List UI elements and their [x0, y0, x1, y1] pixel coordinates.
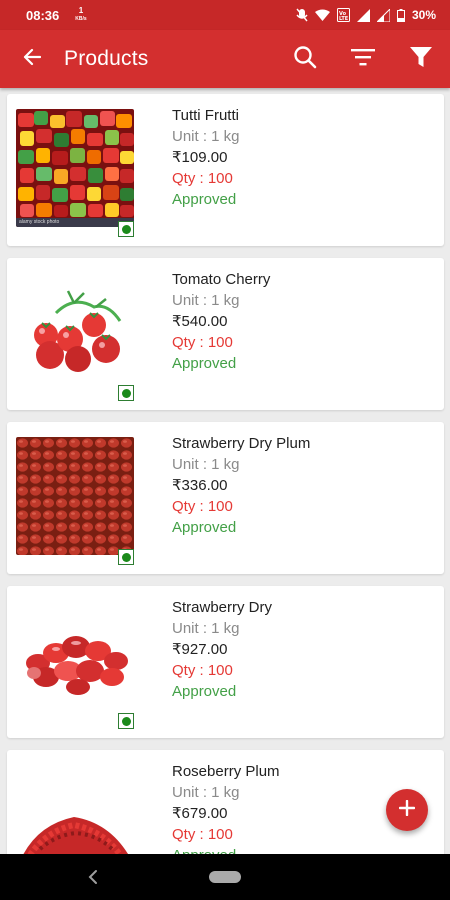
product-image-tomato-cherry [16, 273, 134, 391]
veg-indicator-icon [118, 713, 134, 729]
product-image-strawberry-dry-plum [16, 437, 134, 555]
product-price: ₹679.00 [172, 805, 228, 822]
veg-indicator-icon [118, 221, 134, 237]
product-status: Approved [172, 519, 237, 536]
product-name: Strawberry Dry [172, 599, 273, 616]
product-unit: Unit : 1 kg [172, 456, 240, 473]
product-qty: Qty : 100 [172, 826, 233, 843]
mute-icon [296, 8, 308, 22]
back-button[interactable] [0, 30, 64, 88]
product-card[interactable]: Tomato Cherry Unit : 1 kg ₹540.00 Qty : … [7, 258, 444, 410]
product-image-tutti-frutti: alamy stock photo [16, 109, 134, 227]
veg-indicator-icon [118, 549, 134, 565]
veg-indicator-icon [118, 385, 134, 401]
product-info: Tutti Frutti Unit : 1 kg ₹109.00 Qty : 1… [172, 105, 240, 210]
sort-icon [351, 48, 375, 71]
product-unit: Unit : 1 kg [172, 128, 240, 145]
net-speed-value: 1 [78, 6, 84, 15]
product-qty: Qty : 100 [172, 662, 233, 679]
product-info: Roseberry Plum Unit : 1 kg ₹679.00 Qty :… [172, 761, 280, 854]
product-price: ₹927.00 [172, 641, 228, 658]
product-price: ₹336.00 [172, 477, 228, 494]
product-info: Tomato Cherry Unit : 1 kg ₹540.00 Qty : … [172, 269, 270, 374]
product-qty: Qty : 100 [172, 498, 233, 515]
battery-percent: 30% [411, 8, 436, 22]
product-status: Approved [172, 355, 237, 372]
system-nav-bar [0, 854, 450, 900]
net-speed-unit: KB/s [75, 16, 87, 22]
add-product-button[interactable] [386, 789, 428, 831]
product-status: Approved [172, 845, 280, 854]
svg-text:LTE: LTE [339, 16, 349, 22]
signal-icon [356, 8, 370, 22]
product-name: Tomato Cherry [172, 271, 271, 288]
product-list[interactable]: alamy stock photo Tutti Frutti Unit : 1 … [0, 88, 450, 854]
back-arrow-icon [23, 48, 42, 71]
product-card[interactable]: Strawberry Dry Plum Unit : 1 kg ₹336.00 … [7, 422, 444, 574]
filter-icon [410, 46, 432, 73]
product-name: Roseberry Plum [172, 763, 280, 780]
product-unit: Unit : 1 kg [172, 292, 240, 309]
product-info: Strawberry Dry Unit : 1 kg ₹927.00 Qty :… [172, 597, 272, 702]
search-icon [293, 45, 317, 74]
plus-icon [398, 799, 416, 821]
volte-icon: Vo LTE [336, 8, 350, 22]
image-watermark: alamy stock photo [19, 219, 60, 225]
product-card[interactable]: Roseberry Plum Unit : 1 kg ₹679.00 Qty :… [7, 750, 444, 854]
product-info: Strawberry Dry Plum Unit : 1 kg ₹336.00 … [172, 433, 310, 538]
signal-weak-icon [376, 8, 390, 22]
product-card[interactable]: Strawberry Dry Unit : 1 kg ₹927.00 Qty :… [7, 586, 444, 738]
net-speed: 1 KB/s [75, 7, 86, 23]
battery-icon [396, 8, 405, 22]
search-button[interactable] [276, 30, 334, 88]
product-image-roseberry-plum [16, 765, 134, 854]
product-price: ₹540.00 [172, 313, 228, 330]
status-time: 08:36 [26, 7, 60, 23]
product-price: ₹109.00 [172, 149, 228, 166]
product-name: Tutti Frutti [172, 107, 239, 124]
product-name: Strawberry Dry Plum [172, 435, 311, 452]
nav-back-button[interactable] [88, 869, 98, 890]
filter-button[interactable] [392, 30, 450, 88]
sort-button[interactable] [334, 30, 392, 88]
product-image-strawberry-dry [16, 601, 134, 719]
nav-home-pill[interactable] [209, 871, 241, 883]
product-unit: Unit : 1 kg [172, 620, 240, 637]
page-title: Products [64, 47, 149, 70]
app-bar: Products [0, 30, 450, 88]
product-status: Approved [172, 683, 237, 700]
product-card[interactable]: alamy stock photo Tutti Frutti Unit : 1 … [7, 94, 444, 246]
status-bar: 08:36 1 KB/s Vo LTE 30% [0, 0, 450, 30]
product-qty: Qty : 100 [172, 170, 233, 187]
wifi-icon [314, 9, 330, 21]
product-unit: Unit : 1 kg [172, 784, 240, 801]
product-qty: Qty : 100 [172, 334, 233, 351]
product-status: Approved [172, 191, 237, 208]
